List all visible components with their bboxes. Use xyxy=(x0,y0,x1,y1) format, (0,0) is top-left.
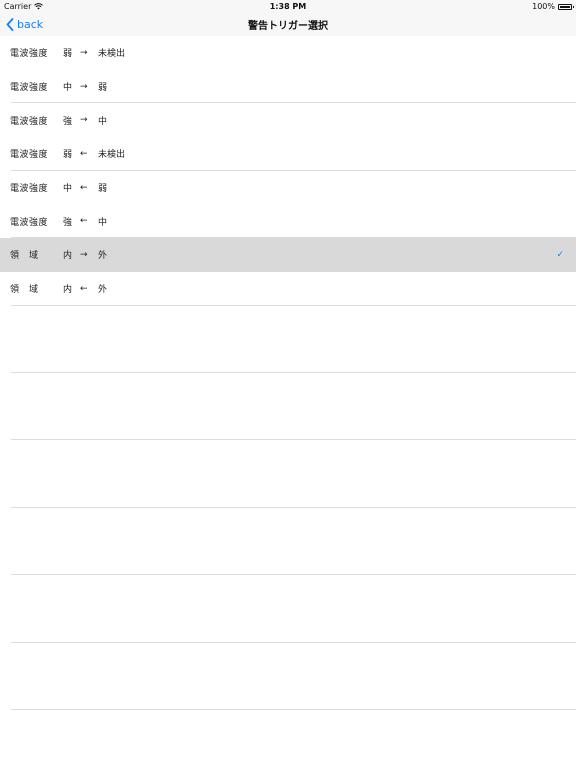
status-bar: Carrier 1:38 PM 100% xyxy=(0,0,576,13)
trigger-from: 内 xyxy=(63,251,73,262)
trigger-label: 電波強度 xyxy=(10,150,49,161)
empty-list-area xyxy=(0,305,576,768)
direction-arrow-icon: → xyxy=(80,81,88,92)
empty-row xyxy=(0,710,576,768)
trigger-from: 強 xyxy=(63,116,73,127)
trigger-row[interactable]: 電波強度 中 ← 弱 xyxy=(0,171,576,205)
trigger-to: 未検出 xyxy=(98,150,126,161)
trigger-label: 電波強度 xyxy=(10,49,49,60)
trigger-to: 外 xyxy=(98,251,108,262)
direction-arrow-icon: ← xyxy=(80,182,88,193)
trigger-from: 弱 xyxy=(63,49,73,60)
empty-row xyxy=(0,440,576,508)
trigger-row[interactable]: 電波強度 中 → 弱 xyxy=(0,70,576,104)
trigger-to: 弱 xyxy=(98,83,108,94)
direction-arrow-icon: → xyxy=(80,47,88,58)
trigger-label: 電波強度 xyxy=(10,116,49,127)
trigger-label: 電波強度 xyxy=(10,184,49,195)
trigger-row[interactable]: 電波強度 弱 → 未検出 xyxy=(0,36,576,70)
trigger-from: 中 xyxy=(63,184,73,195)
trigger-to: 中 xyxy=(98,217,108,228)
trigger-list: 電波強度弱 → 未検出 電波強度中 → 弱電波強度強 → 中電波強度弱 ← 未検出 電波強度中 ← 弱電… xyxy=(0,36,576,306)
direction-arrow-icon: ← xyxy=(80,216,88,227)
trigger-label: 電波強度 xyxy=(10,217,49,228)
trigger-from: 内 xyxy=(63,285,73,296)
empty-row xyxy=(0,508,576,576)
navigation-bar: back 警告トリガー選択 xyxy=(0,13,576,36)
trigger-row[interactable]: 電波強度 強 ← 中 xyxy=(0,204,576,238)
direction-arrow-icon: → xyxy=(80,115,88,126)
battery-indicator: 100% xyxy=(532,2,574,11)
trigger-from: 中 xyxy=(63,83,73,94)
trigger-label: 電波強度 xyxy=(10,83,49,94)
empty-row xyxy=(0,575,576,643)
trigger-row[interactable]: 電波強度 強 → 中 xyxy=(0,103,576,137)
empty-row xyxy=(0,643,576,711)
battery-icon xyxy=(558,3,574,10)
trigger-from: 弱 xyxy=(63,150,73,161)
trigger-row[interactable]: 電波強度 弱 ← 未検出 xyxy=(0,137,576,171)
trigger-row[interactable]: 領 域 内 → 外 ✓ xyxy=(0,238,576,272)
trigger-label: 領 域 xyxy=(10,251,39,262)
page-title: 警告トリガー選択 xyxy=(248,21,328,32)
empty-row xyxy=(0,305,576,373)
direction-arrow-icon: ← xyxy=(80,148,88,159)
status-time: 1:38 PM xyxy=(269,2,307,11)
trigger-to: 弱 xyxy=(98,184,108,195)
direction-arrow-icon: ← xyxy=(80,283,88,294)
trigger-from: 強 xyxy=(63,217,73,228)
direction-arrow-icon: → xyxy=(80,249,88,260)
trigger-label: 領 域 xyxy=(10,285,39,296)
trigger-to: 未検出 xyxy=(98,49,126,60)
battery-percent: 100% xyxy=(532,2,555,11)
trigger-row[interactable]: 領 域 内 ← 外 xyxy=(0,272,576,306)
trigger-to: 外 xyxy=(98,285,108,296)
trigger-to: 中 xyxy=(98,116,108,127)
empty-row xyxy=(0,373,576,441)
checkmark-icon: ✓ xyxy=(556,249,564,260)
